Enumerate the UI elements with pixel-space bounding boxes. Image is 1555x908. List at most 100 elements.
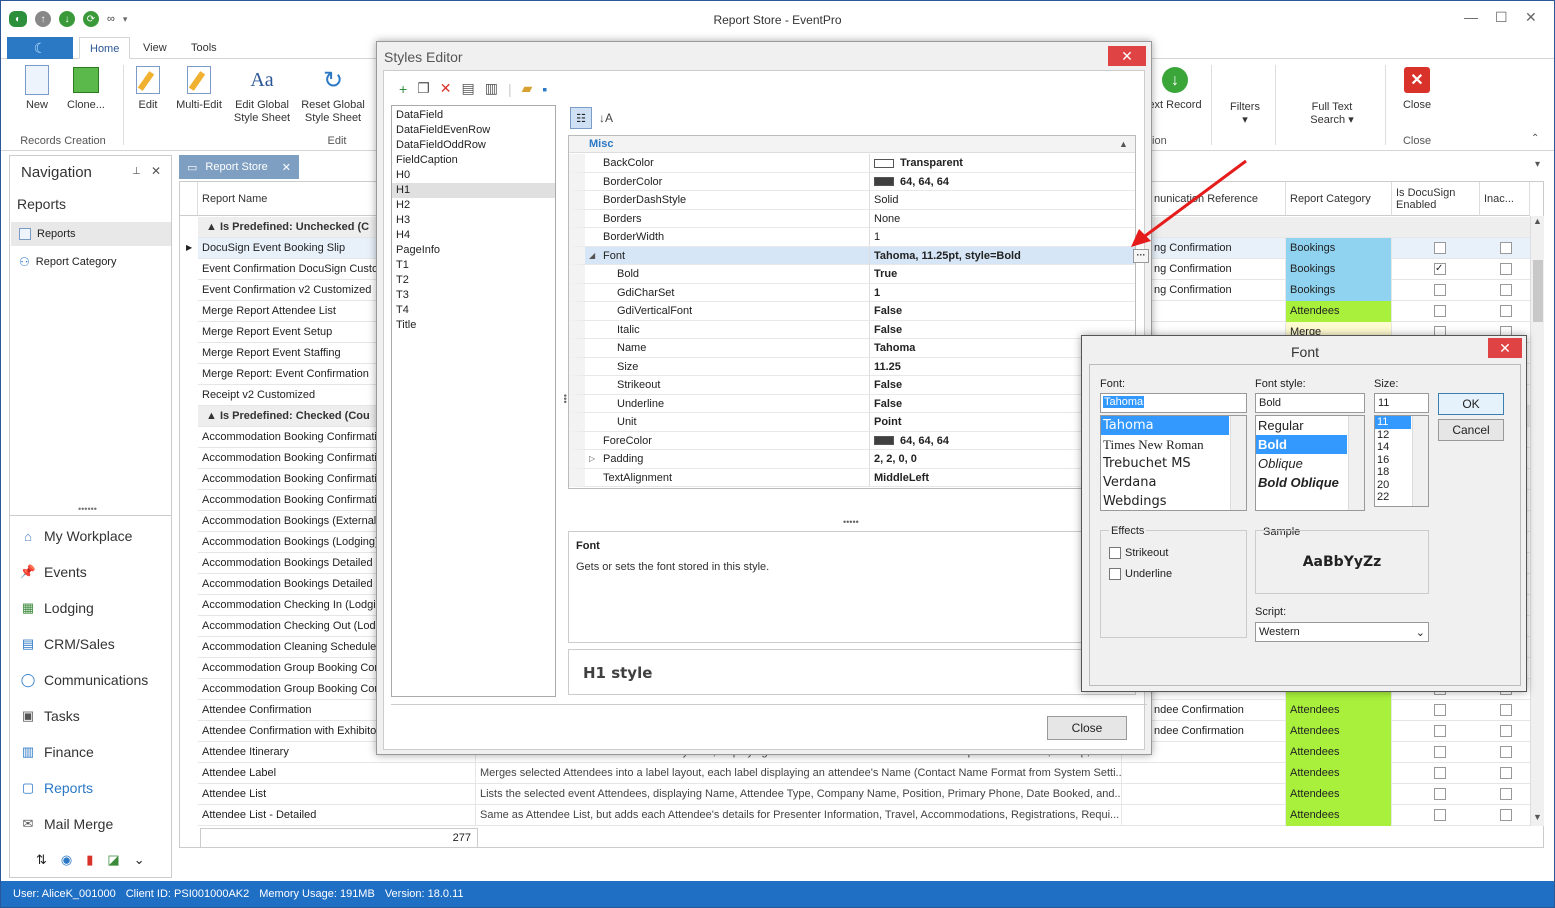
tab-tools[interactable]: Tools: [181, 37, 227, 59]
property-row[interactable]: BorderWidth 1: [569, 228, 1135, 247]
property-row[interactable]: GdiCharSet 1: [569, 283, 1135, 302]
styles-editor-close-button[interactable]: Close: [1047, 716, 1127, 740]
minimize-icon[interactable]: —: [1464, 9, 1478, 25]
column-header-docusign[interactable]: Is DocuSign Enabled: [1392, 182, 1480, 216]
property-row[interactable]: Underline False: [569, 394, 1135, 413]
table-row[interactable]: Attendee List Lists the selected event At…: [198, 784, 1530, 805]
tab-view[interactable]: View: [133, 37, 177, 59]
docusign-checkbox[interactable]: [1434, 746, 1446, 758]
font-style-list[interactable]: Regular Bold Oblique Bold Oblique: [1255, 415, 1365, 511]
property-row[interactable]: Borders None: [569, 209, 1135, 228]
inactive-checkbox[interactable]: [1500, 263, 1512, 275]
style-list-item[interactable]: H1: [392, 183, 555, 198]
property-row[interactable]: BorderColor 64, 64, 64: [569, 172, 1135, 191]
edit-global-style-sheet-button[interactable]: Aa Edit Global Style Sheet: [231, 65, 293, 125]
size-list[interactable]: 11 12 14 16 18 20 22: [1374, 415, 1429, 507]
table-row[interactable]: Attendee List - Detailed Same as Attendee…: [198, 805, 1530, 826]
add-style-icon[interactable]: +: [399, 81, 407, 97]
table-row[interactable]: Attendee Label Merges selected Attendees …: [198, 763, 1530, 784]
inactive-checkbox[interactable]: [1500, 809, 1512, 821]
strikeout-checkbox[interactable]: Strikeout: [1109, 547, 1168, 559]
docusign-checkbox[interactable]: [1434, 242, 1446, 254]
scroll-thumb[interactable]: [1533, 260, 1543, 322]
font-list-item[interactable]: Verdana: [1101, 473, 1229, 492]
property-value[interactable]: None: [869, 209, 1151, 228]
nav-item-report-category[interactable]: ⚇ Report Category: [11, 250, 116, 274]
docusign-checkbox[interactable]: [1434, 767, 1446, 779]
maximize-icon[interactable]: ☐: [1495, 9, 1508, 26]
close-button[interactable]: ✕ Close: [1397, 65, 1437, 112]
property-row[interactable]: TextAlignment MiddleLeft: [569, 468, 1135, 487]
categorized-view-icon[interactable]: ☷: [570, 107, 592, 129]
style-list-item[interactable]: T2: [392, 273, 555, 288]
close-tab-icon[interactable]: ✕: [282, 161, 291, 174]
collapse-ribbon-icon[interactable]: ⌃: [1531, 133, 1539, 144]
font-style-item[interactable]: Regular: [1256, 416, 1347, 435]
docusign-checkbox[interactable]: [1434, 725, 1446, 737]
file-tab[interactable]: ☾: [7, 37, 73, 59]
property-value[interactable]: 1: [869, 283, 1151, 302]
edit-button[interactable]: Edit: [133, 65, 163, 112]
category-header[interactable]: Misc ▲: [569, 136, 1135, 153]
style-list-item[interactable]: DataFieldEvenRow: [392, 123, 555, 138]
clear-icon[interactable]: ▥: [485, 80, 498, 97]
size-list-item[interactable]: 14: [1375, 441, 1411, 454]
font-style-item[interactable]: Bold: [1256, 435, 1347, 454]
column-header-inactive[interactable]: Inac...: [1480, 182, 1530, 216]
inactive-checkbox[interactable]: [1500, 242, 1512, 254]
docusign-checkbox[interactable]: [1434, 284, 1446, 296]
size-list-item[interactable]: 22: [1375, 491, 1411, 504]
property-row[interactable]: ForeColor 64, 64, 64: [569, 431, 1135, 450]
font-list-item[interactable]: Tahoma: [1101, 416, 1229, 435]
nav-finance[interactable]: ▥ Finance: [20, 734, 148, 770]
docusign-checkbox[interactable]: [1434, 704, 1446, 716]
open-folder-icon[interactable]: ▰: [522, 80, 533, 97]
script-select[interactable]: Western ⌄: [1255, 622, 1429, 642]
nav-tasks[interactable]: ▣ Tasks: [20, 698, 148, 734]
style-list-item[interactable]: H3: [392, 213, 555, 228]
font-list-scrollbar[interactable]: [1230, 416, 1246, 510]
size-list-item[interactable]: 12: [1375, 429, 1411, 442]
font-ok-button[interactable]: OK: [1438, 393, 1504, 415]
column-header-category[interactable]: Report Category: [1286, 182, 1392, 216]
multi-edit-button[interactable]: Multi-Edit: [173, 65, 225, 112]
font-cancel-button[interactable]: Cancel: [1438, 419, 1504, 441]
splitter-grip[interactable]: ••••••: [78, 504, 97, 514]
inactive-checkbox[interactable]: [1500, 284, 1512, 296]
grid-scrollbar[interactable]: ▲ ▼: [1530, 216, 1544, 826]
docusign-checkbox[interactable]: [1434, 305, 1446, 317]
size-list-item[interactable]: 20: [1375, 479, 1411, 492]
nav-item-reports[interactable]: Reports: [11, 222, 171, 246]
underline-checkbox[interactable]: Underline: [1109, 568, 1172, 580]
nav-crm-sales[interactable]: ▤ CRM/Sales: [20, 626, 148, 662]
style-list-item[interactable]: H2: [392, 198, 555, 213]
property-row[interactable]: GdiVerticalFont False: [569, 302, 1135, 321]
inactive-checkbox[interactable]: [1500, 725, 1512, 737]
inactive-checkbox[interactable]: [1500, 305, 1512, 317]
sort-icon[interactable]: ⇅: [36, 852, 47, 868]
size-list-item[interactable]: 18: [1375, 466, 1411, 479]
property-row[interactable]: Size 11.25: [569, 357, 1135, 376]
full-text-search-button[interactable]: Full Text Search ▾: [1299, 101, 1365, 127]
property-value[interactable]: Solid: [869, 191, 1151, 209]
text-record-button[interactable]: ↓ ext Record: [1146, 65, 1204, 112]
style-list-item[interactable]: DataField: [392, 108, 555, 123]
style-list-item[interactable]: T4: [392, 303, 555, 318]
style-list-item[interactable]: PageInfo: [392, 243, 555, 258]
tab-list-dropdown-icon[interactable]: ▾: [1535, 159, 1540, 170]
font-list[interactable]: Tahoma Times New Roman Trebuchet MS Verdana…: [1100, 415, 1247, 511]
close-window-icon[interactable]: ✕: [1525, 9, 1537, 26]
filters-button[interactable]: Filters ▾: [1223, 101, 1267, 127]
more-icon[interactable]: ⌄: [134, 852, 145, 868]
clone-button[interactable]: Clone...: [63, 65, 109, 112]
property-row[interactable]: Bold True: [569, 265, 1135, 284]
property-row[interactable]: Name Tahoma: [569, 339, 1135, 358]
nav-my-workplace[interactable]: ⌂ My Workplace: [20, 518, 148, 554]
reset-global-style-sheet-button[interactable]: ↻ Reset Global Style Sheet: [299, 65, 367, 125]
property-row[interactable]: BorderDashStyle Solid: [569, 191, 1135, 210]
property-value[interactable]: Transparent: [869, 154, 1151, 172]
scroll-up-icon[interactable]: ▲: [1533, 216, 1542, 226]
nav-communications[interactable]: ◯ Communications: [20, 662, 149, 698]
font-list-item[interactable]: Trebuchet MS: [1101, 454, 1229, 473]
new-button[interactable]: New: [19, 65, 55, 112]
